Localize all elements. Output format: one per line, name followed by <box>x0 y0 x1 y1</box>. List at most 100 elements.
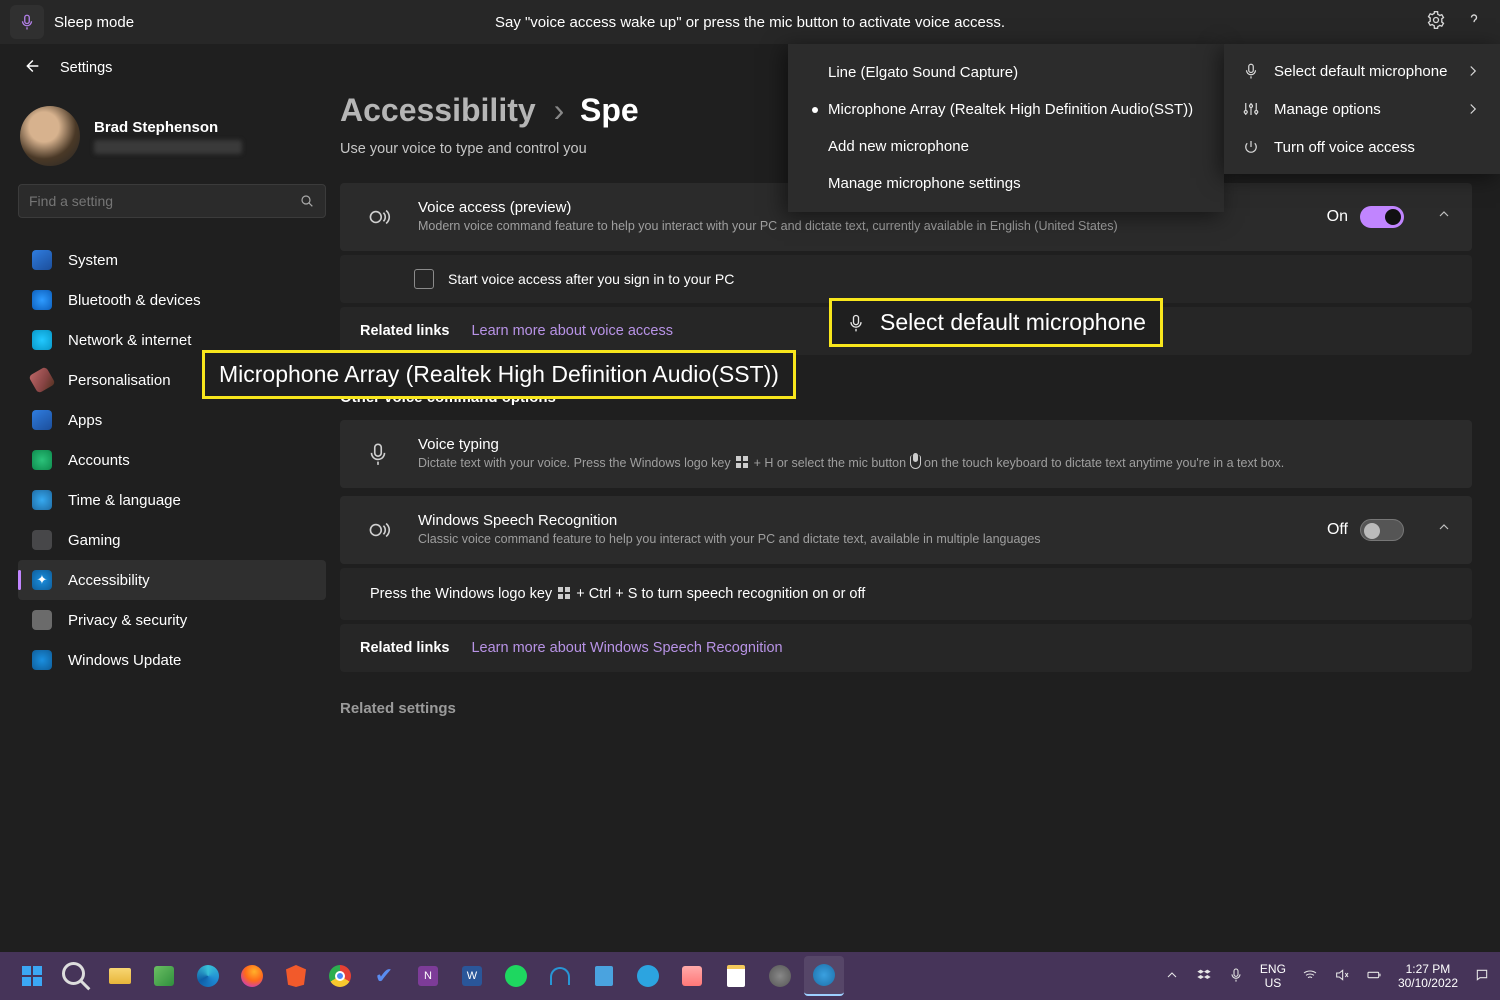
search-input[interactable] <box>29 193 299 209</box>
taskbar-firefox[interactable] <box>232 956 272 996</box>
tray-clock[interactable]: 1:27 PM30/10/2022 <box>1398 962 1458 990</box>
learn-more-voice-access-link[interactable]: Learn more about voice access <box>471 323 673 339</box>
taskbar-app-1[interactable] <box>144 956 184 996</box>
sidebar-item-bluetooth[interactable]: Bluetooth & devices <box>18 280 326 320</box>
taskbar-telegram[interactable] <box>628 956 668 996</box>
wsr-toggle[interactable] <box>1360 519 1404 541</box>
tray-battery[interactable] <box>1366 967 1382 986</box>
taskbar-todo[interactable]: ✔ <box>364 956 404 996</box>
mic-option-0[interactable]: Line (Elgato Sound Capture) <box>788 54 1224 91</box>
taskbar-brave[interactable] <box>276 956 316 996</box>
back-arrow-icon <box>20 55 42 77</box>
sidebar-item-privacy[interactable]: Privacy & security <box>18 600 326 640</box>
breadcrumb-root[interactable]: Accessibility <box>340 92 536 129</box>
search-box[interactable] <box>18 184 326 218</box>
chevron-up-icon <box>1436 206 1452 222</box>
annotation-callout-select-mic: Select default microphone <box>829 298 1163 347</box>
tray-wifi[interactable] <box>1302 967 1318 986</box>
apps-icon <box>32 410 52 430</box>
sidebar-item-time-language[interactable]: Time & language <box>18 480 326 520</box>
sidebar-item-apps[interactable]: Apps <box>18 400 326 440</box>
start-button[interactable] <box>12 956 52 996</box>
section-related-settings-heading: Related settings <box>340 700 1472 717</box>
sidebar-item-windows-update[interactable]: Windows Update <box>18 640 326 680</box>
label: Windows Update <box>68 652 181 669</box>
taskbar-notepad[interactable] <box>716 956 756 996</box>
taskbar-app-4[interactable] <box>672 956 712 996</box>
taskbar-chrome[interactable] <box>320 956 360 996</box>
mic-icon <box>18 13 36 31</box>
gear-icon <box>769 965 791 987</box>
notification-icon <box>1474 967 1490 983</box>
label: Add new microphone <box>828 138 969 155</box>
tray-overflow-button[interactable] <box>1164 967 1180 986</box>
folder-icon <box>109 968 131 984</box>
back-button[interactable] <box>20 55 42 82</box>
sidebar-item-accessibility[interactable]: Accessibility <box>18 560 326 600</box>
label: Manage microphone settings <box>828 175 1021 192</box>
chevron-right-icon <box>1464 100 1482 118</box>
tray-notifications[interactable] <box>1474 967 1490 986</box>
voice-access-toggle[interactable] <box>1360 206 1404 228</box>
va-turn-off[interactable]: Turn off voice access <box>1224 128 1500 166</box>
sidebar-item-gaming[interactable]: Gaming <box>18 520 326 560</box>
user-name: Brad Stephenson <box>94 119 242 136</box>
learn-more-wsr-link[interactable]: Learn more about Windows Speech Recognit… <box>471 640 782 656</box>
mic-manage-settings[interactable]: Manage microphone settings <box>788 165 1224 202</box>
person-icon <box>32 450 52 470</box>
wifi-icon <box>1302 967 1318 983</box>
tray-mic-icon[interactable] <box>1228 967 1244 986</box>
update-icon <box>32 650 52 670</box>
voice-access-help-button[interactable] <box>1464 10 1484 35</box>
sliders-icon <box>1242 100 1260 118</box>
mic-option-1[interactable]: Microphone Array (Realtek High Definitio… <box>788 91 1224 128</box>
card-title: Voice typing <box>418 436 1452 453</box>
search-icon <box>56 956 96 996</box>
brush-icon <box>28 366 55 393</box>
edge-icon <box>197 965 219 987</box>
voice-access-settings-button[interactable] <box>1426 10 1446 35</box>
voice-access-mic-button[interactable] <box>10 5 44 39</box>
va-select-default-mic[interactable]: Select default microphone <box>1224 52 1500 90</box>
taskbar-accessibility-app[interactable] <box>804 956 844 996</box>
voice-access-status: Sleep mode <box>54 14 134 31</box>
word-icon: W <box>462 966 482 986</box>
card-desc: Dictate text with your voice. Press the … <box>418 455 1452 472</box>
volume-mute-icon <box>1334 967 1350 983</box>
taskbar-file-explorer[interactable] <box>100 956 140 996</box>
card-title: Windows Speech Recognition <box>418 512 1305 529</box>
user-profile[interactable]: Brad Stephenson <box>18 92 326 184</box>
sidebar-item-system[interactable]: System <box>18 240 326 280</box>
start-after-signin-row[interactable]: Start voice access after you sign in to … <box>340 255 1472 303</box>
va-manage-options[interactable]: Manage options <box>1224 90 1500 128</box>
mic-icon <box>910 455 921 469</box>
expand-button[interactable] <box>1436 206 1452 227</box>
wifi-icon <box>32 330 52 350</box>
bluetooth-icon <box>32 290 52 310</box>
tray-volume[interactable] <box>1334 967 1350 986</box>
taskbar-word[interactable]: W <box>452 956 492 996</box>
voice-typing-card[interactable]: Voice typing Dictate text with your voic… <box>340 420 1472 488</box>
voice-access-settings-panel: Select default microphone Manage options… <box>1224 44 1500 174</box>
taskbar-app-3[interactable] <box>584 956 624 996</box>
telegram-icon <box>637 965 659 987</box>
gamepad-icon <box>32 530 52 550</box>
tray-dropbox-icon[interactable] <box>1196 967 1212 986</box>
page-title-visible: Spe <box>580 92 639 129</box>
wsr-card[interactable]: Windows Speech Recognition Classic voice… <box>340 496 1472 564</box>
taskbar-onenote[interactable]: N <box>408 956 448 996</box>
label: System <box>68 252 118 269</box>
checkbox[interactable] <box>414 269 434 289</box>
label: Gaming <box>68 532 121 549</box>
expand-button[interactable] <box>1436 519 1452 540</box>
taskbar-app-2[interactable] <box>540 956 580 996</box>
onenote-icon: N <box>418 966 438 986</box>
taskbar-edge[interactable] <box>188 956 228 996</box>
taskbar-spotify[interactable] <box>496 956 536 996</box>
taskbar-settings[interactable] <box>760 956 800 996</box>
label: Line (Elgato Sound Capture) <box>828 64 1018 81</box>
sidebar-item-accounts[interactable]: Accounts <box>18 440 326 480</box>
taskbar-search[interactable] <box>56 956 96 996</box>
tray-language[interactable]: ENGUS <box>1260 962 1286 990</box>
mic-add-new[interactable]: Add new microphone <box>788 128 1224 165</box>
